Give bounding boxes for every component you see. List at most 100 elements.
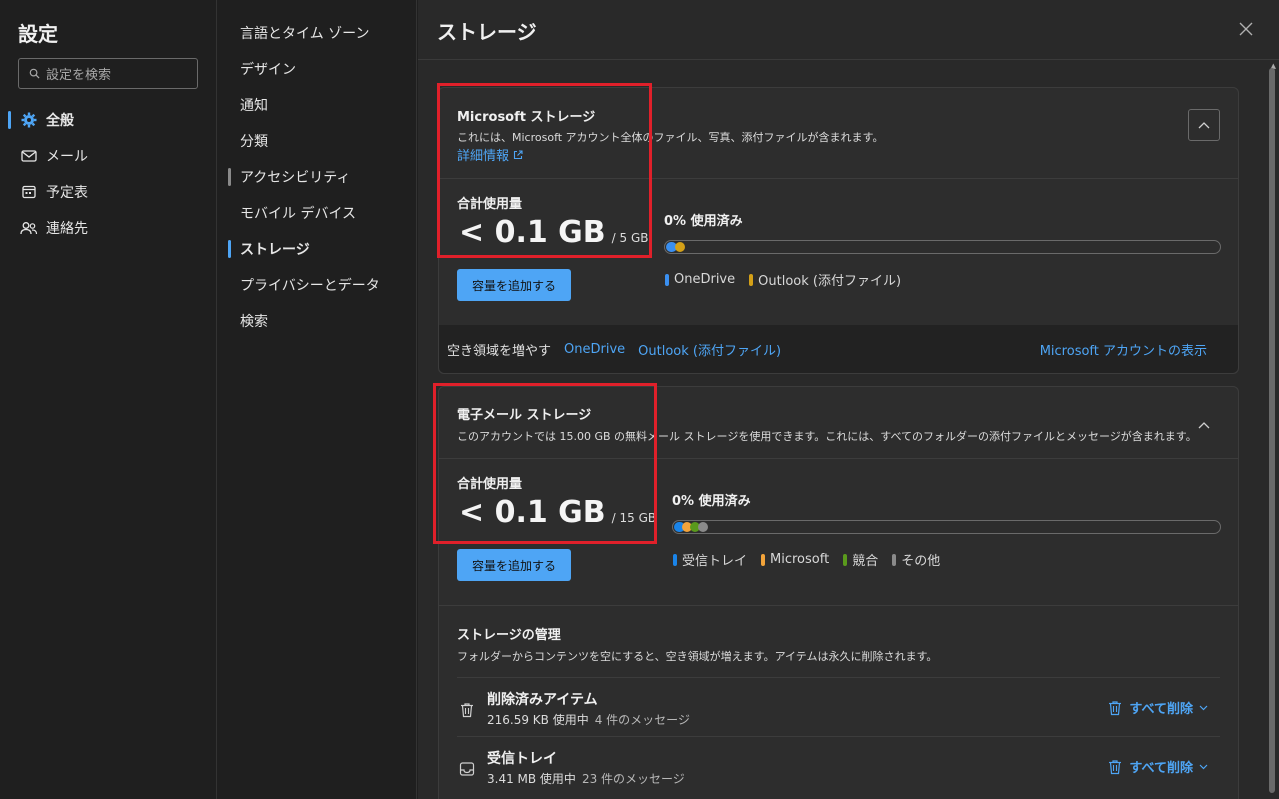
mid-item-label: ストレージ xyxy=(240,242,310,258)
people-icon xyxy=(20,219,38,237)
legend-swatch xyxy=(673,553,677,566)
mid-item-mobile-devices[interactable]: モバイル デバイス xyxy=(218,195,417,231)
learn-more-label: 詳細情報 xyxy=(457,149,510,164)
usage-quota: / 15 GB xyxy=(611,511,657,525)
mid-item-accessibility[interactable]: アクセシビリティ xyxy=(218,159,417,195)
email-storage-desc: このアカウントでは 15.00 GB の無料メール ストレージを使用できます。こ… xyxy=(457,430,1197,443)
legend-label: Microsoft xyxy=(770,552,830,567)
nav-item-contacts[interactable]: 連絡先 xyxy=(0,210,217,246)
nav-item-calendar[interactable]: 予定表 xyxy=(0,174,217,210)
trash-icon xyxy=(1109,700,1122,715)
mid-item-label: 通知 xyxy=(240,98,268,114)
mid-item-notifications[interactable]: 通知 xyxy=(218,87,417,123)
email-storage-card: 電子メール ストレージ このアカウントでは 15.00 GB の無料メール スト… xyxy=(438,386,1239,799)
storage-management-desc: フォルダーからコンテンツを空にすると、空き領域が増えます。アイテムは永久に削除さ… xyxy=(457,650,938,663)
chevron-down-icon xyxy=(1199,705,1208,710)
legend-item: OneDrive xyxy=(665,270,735,289)
nav-item-label: 連絡先 xyxy=(46,221,88,237)
legend-item: 競合 xyxy=(843,550,878,569)
search-placeholder: 設定を検索 xyxy=(46,68,112,83)
scrollbar-thumb[interactable] xyxy=(1269,68,1275,793)
delete-all-button[interactable]: すべて削除 xyxy=(1107,698,1208,717)
mid-item-categories[interactable]: 分類 xyxy=(218,123,417,159)
close-icon xyxy=(1239,22,1253,36)
legend-swatch xyxy=(761,553,766,566)
scrollbar[interactable] xyxy=(1269,68,1275,793)
legend-label: 競合 xyxy=(852,554,879,569)
divider xyxy=(439,178,1238,179)
free-up-label: 空き領域を増やす xyxy=(447,343,552,359)
mid-item-label: デザイン xyxy=(240,62,296,78)
learn-more-link[interactable]: 詳細情報 xyxy=(457,145,523,164)
nav-item-label: 全般 xyxy=(46,113,74,129)
free-up-space-row: 空き領域を増やす OneDrive Outlook (添付ファイル) Micro… xyxy=(439,325,1238,373)
trash-icon xyxy=(1109,759,1122,774)
email-storage-title: 電子メール ストレージ xyxy=(457,408,592,423)
usage-amount: < 0.1 GB xyxy=(459,495,606,530)
divider xyxy=(439,458,1238,459)
mid-item-label: 言語とタイム ゾーン xyxy=(240,26,370,42)
folder-meta: 3.41 MB 使用中 23 件のメッセージ xyxy=(487,770,685,787)
inbox-icon xyxy=(459,762,475,776)
delete-all-button[interactable]: すべて削除 xyxy=(1107,757,1208,776)
mid-item-language[interactable]: 言語とタイム ゾーン xyxy=(218,15,417,51)
legend-label: OneDrive xyxy=(674,272,736,287)
calendar-icon xyxy=(20,183,38,201)
nav-item-mail[interactable]: メール xyxy=(0,138,217,174)
mid-item-design[interactable]: デザイン xyxy=(218,51,417,87)
onedrive-link[interactable]: OneDrive xyxy=(564,342,625,357)
view-microsoft-account-link[interactable]: Microsoft アカウントの表示 xyxy=(1040,340,1207,359)
usage-amount: < 0.1 GB xyxy=(459,215,606,250)
used-percent-label: 0% 使用済み xyxy=(664,214,743,229)
storage-management-title: ストレージの管理 xyxy=(457,628,561,643)
delete-all-label: すべて削除 xyxy=(1129,702,1193,717)
legend-item: Microsoft xyxy=(761,550,829,569)
usage-segment-outlook xyxy=(675,242,685,252)
usage-quota: / 5 GB xyxy=(611,231,649,245)
total-usage-label: 合計使用量 xyxy=(457,197,523,212)
legend-item: その他 xyxy=(892,550,940,569)
mid-item-storage[interactable]: ストレージ xyxy=(218,231,417,267)
legend-swatch xyxy=(665,273,669,286)
trash-icon xyxy=(461,703,473,718)
folder-row-deleted-items: 削除済みアイテム 216.59 KB 使用中 4 件のメッセージ すべて削除 xyxy=(457,677,1220,735)
outlook-attachments-link[interactable]: Outlook (添付ファイル) xyxy=(638,340,781,359)
nav-item-label: 予定表 xyxy=(46,185,88,201)
usage-segment-other xyxy=(698,522,708,532)
total-usage-value: < 0.1 GB / 15 GB xyxy=(459,495,656,530)
used-percent-label: 0% 使用済み xyxy=(672,494,751,509)
storage-pane: ストレージ ▲ Microsoft ストレージ これには、Microsoft ア… xyxy=(418,0,1279,799)
nav-item-general[interactable]: 全般 xyxy=(0,102,217,138)
settings-title: 設定 xyxy=(18,22,58,46)
nav-item-label: メール xyxy=(46,149,88,165)
pane-title: ストレージ xyxy=(437,20,537,44)
microsoft-storage-desc: これには、Microsoft アカウント全体のファイル、写真、添付ファイルが含ま… xyxy=(457,131,884,144)
add-storage-button[interactable]: 容量を追加する xyxy=(457,549,571,581)
delete-all-label: すべて削除 xyxy=(1129,761,1193,776)
chevron-up-icon xyxy=(1198,422,1210,429)
mid-item-search[interactable]: 検索 xyxy=(218,303,417,339)
folder-row-inbox: 受信トレイ 3.41 MB 使用中 23 件のメッセージ すべて削除 xyxy=(457,736,1220,794)
microsoft-storage-card: Microsoft ストレージ これには、Microsoft アカウント全体のフ… xyxy=(438,87,1239,374)
settings-search-input[interactable]: 設定を検索 xyxy=(18,58,198,89)
legend-item: 受信トレイ xyxy=(673,550,747,569)
external-link-icon xyxy=(513,149,523,159)
usage-legend: 受信トレイ Microsoft 競合 その他 xyxy=(673,550,940,569)
collapse-button[interactable] xyxy=(1188,109,1220,141)
close-button[interactable] xyxy=(1237,20,1255,38)
mid-item-label: アクセシビリティ xyxy=(240,170,351,186)
legend-label: 受信トレイ xyxy=(682,554,748,569)
folder-name: 削除済みアイテム xyxy=(487,692,598,708)
chevron-down-icon xyxy=(1199,764,1208,769)
legend-swatch xyxy=(892,553,897,566)
folder-name: 受信トレイ xyxy=(487,751,557,767)
gear-icon xyxy=(20,111,38,129)
collapse-button[interactable] xyxy=(1196,417,1212,433)
mid-item-privacy[interactable]: プライバシーとデータ xyxy=(218,267,417,303)
mail-icon xyxy=(20,147,38,165)
folder-meta: 216.59 KB 使用中 4 件のメッセージ xyxy=(487,711,690,728)
add-storage-button[interactable]: 容量を追加する xyxy=(457,269,571,301)
folder-message-count: 23 件のメッセージ xyxy=(581,772,685,786)
total-usage-value: < 0.1 GB / 5 GB xyxy=(459,215,649,250)
usage-bar xyxy=(672,520,1221,534)
